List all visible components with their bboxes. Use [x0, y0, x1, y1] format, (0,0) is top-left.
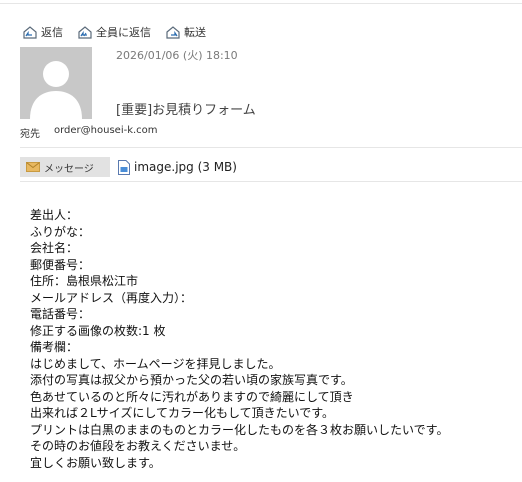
reply-all-label: 全員に返信: [96, 26, 151, 39]
reply-icon: [23, 26, 37, 39]
body-line: 電話番号：: [30, 307, 91, 321]
body-line: 備考欄：: [30, 340, 79, 354]
body-line: 郵便番号：: [30, 257, 91, 272]
top-divider: [0, 3, 522, 4]
body-line: 修正する画像の枚数:1 枚: [30, 323, 166, 338]
recipient-row: 宛先 order@housei-k.com: [20, 125, 158, 140]
forward-label: 転送: [184, 26, 206, 39]
body-line: 添付の写真は叔父から預かった父の若い頃の家族写真です。: [30, 373, 353, 387]
body-line: メールアドレス（再度入力）：: [30, 290, 193, 305]
person-silhouette-icon: [30, 61, 82, 119]
reply-button[interactable]: 返信: [22, 24, 63, 40]
to-label: 宛先: [20, 129, 40, 140]
body-line: プリントは白黒のままのものとカラー化したものを各３枚お願いしたいです。: [30, 422, 449, 437]
body-line: 住所：島根県松江市: [30, 274, 139, 288]
message-subject: [重要]お見積りフォーム: [116, 103, 256, 118]
reply-all-icon: [78, 26, 92, 39]
body-line: はじめまして、ホームページを拝見しました。: [30, 356, 281, 371]
attachment-bar: メッセージ image.jpg (3 MB): [20, 156, 237, 178]
reply-label: 返信: [41, 26, 63, 39]
attachment-image-file[interactable]: image.jpg (3 MB): [118, 159, 237, 175]
body-line: その時のお値段をお教えくださいませ。: [30, 439, 246, 453]
envelope-icon: [26, 162, 40, 172]
message-tab[interactable]: メッセージ: [20, 157, 110, 177]
attachment-divider: [20, 181, 522, 182]
message-body: 差出人： ふりがな： 会社名： 郵便番号： 住所：島根県松江市 メールアドレス（…: [30, 207, 520, 471]
body-line: 出来れば２Lサイズにしてカラー化もして頂きたいです。: [30, 406, 335, 420]
message-tab-label: メッセージ: [44, 163, 94, 175]
image-file-icon: [118, 159, 130, 175]
attachment-file-label: image.jpg (3 MB): [134, 160, 237, 174]
body-line: 差出人：: [30, 208, 79, 222]
message-toolbar: 返信 全員に返信 転送: [22, 22, 206, 42]
to-address[interactable]: order@housei-k.com: [54, 125, 158, 140]
body-line: 会社名：: [30, 241, 79, 255]
message-date: 2026/01/06 (火) 18:10: [116, 49, 238, 62]
body-line: 宜しくお願い致します。: [30, 455, 161, 470]
reply-all-button[interactable]: 全員に返信: [77, 24, 151, 40]
body-line: 色あせているのと所々に汚れがありますので綺麗にして頂き: [30, 389, 354, 404]
sender-avatar: [20, 47, 92, 119]
forward-icon: [166, 26, 180, 39]
body-line: ふりがな：: [30, 224, 91, 239]
header-divider: [20, 147, 522, 148]
forward-button[interactable]: 転送: [165, 24, 206, 40]
